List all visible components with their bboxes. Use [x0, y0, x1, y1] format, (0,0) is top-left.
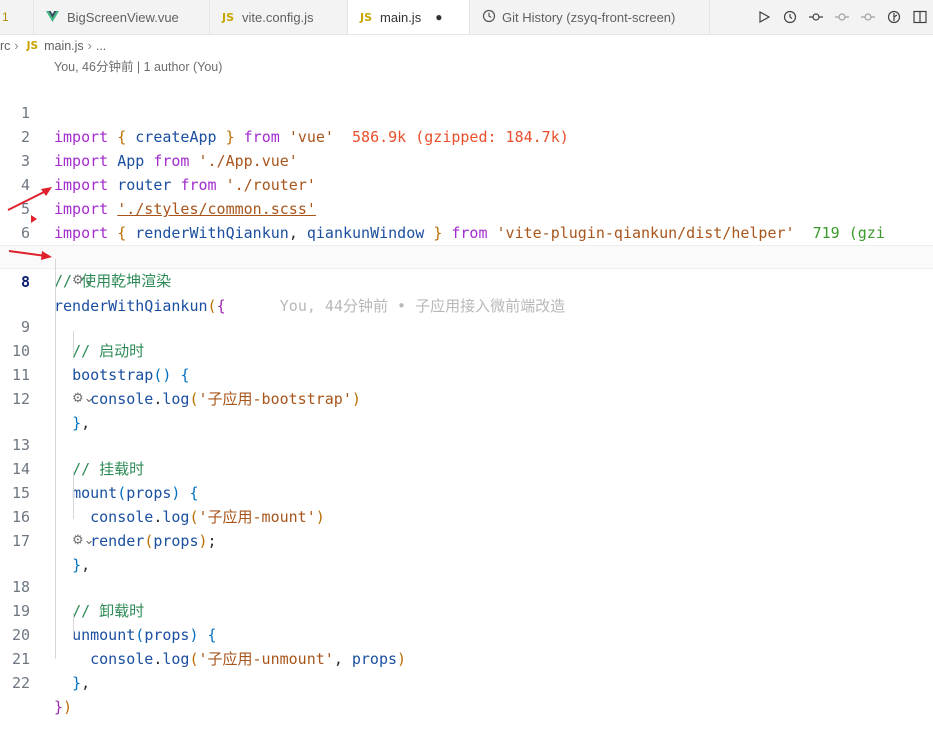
code-line-5: 5 import { renderWithQiankun, qiankunWin… [0, 173, 933, 242]
code-line-9: 9 // 启动时 [0, 291, 933, 360]
breadcrumb-more[interactable]: ... [96, 39, 106, 53]
editor-toolbar [745, 0, 933, 34]
modified-dot-icon[interactable]: ● [435, 10, 442, 24]
next-change-icon[interactable] [855, 4, 881, 30]
js-icon: JS [222, 10, 235, 24]
chevron-right-icon: › [14, 39, 19, 53]
breadcrumb-file[interactable]: main.js [44, 39, 84, 53]
code-line-15: 15 console.log('子应用-mount') [0, 457, 933, 526]
git-blame-header[interactable]: You, 46分钟前 | 1 author (You) [0, 57, 933, 77]
tab-main-js[interactable]: JS main.js ● [348, 0, 470, 34]
indent-guide [55, 259, 56, 659]
tab-label: Git History (zsyq-front-screen) [502, 9, 676, 25]
line-number: 22 [11, 674, 30, 692]
tab-label: main.js [380, 9, 422, 25]
code-line-20: 20 console.log('子应用-unmount', props) [0, 599, 933, 668]
code-line-6: 6 [0, 197, 933, 242]
code-line-21: 21 }, [0, 623, 933, 692]
previous-change-icon[interactable] [829, 4, 855, 30]
code-line-12: 12 }, [0, 363, 933, 432]
code-line-4: 4 import './styles/common.scss' [0, 149, 933, 218]
indent-guide [73, 331, 74, 355]
code-line-2: 2 import App from './App.vue' [0, 101, 933, 170]
code-line-11: 11 console.log('子应用-bootstrap') [0, 339, 933, 408]
breadcrumb: rc › JS main.js › ... [0, 35, 106, 57]
line-number: 17 [11, 532, 30, 550]
timeline-icon[interactable] [777, 4, 803, 30]
code-line-10: 10 bootstrap() { [0, 315, 933, 384]
run-icon[interactable] [751, 4, 777, 30]
code-line-16: 16 render(props); [0, 481, 933, 550]
vue-icon [46, 10, 59, 25]
code-line-17: 17 }, [0, 505, 933, 574]
code-line-3: 3 import router from './router' [0, 125, 933, 194]
code-line-18: 18 // 卸载时 [0, 551, 933, 620]
indent-guide [73, 613, 74, 637]
tab-vite-config[interactable]: JS vite.config.js [210, 0, 348, 34]
code-line-22: 22 }) [0, 647, 933, 716]
code-line-14: 14 mount(props) { [0, 433, 933, 502]
code-line-13: 13 // 挂载时 [0, 409, 933, 478]
tab-overflow-number[interactable]: 1 [0, 0, 34, 34]
code-line-19: 19 unmount(props) { [0, 575, 933, 644]
indent-guide [73, 471, 74, 519]
tab-label: BigScreenView.vue [67, 9, 179, 25]
chevron-right-icon: › [87, 39, 92, 53]
tab-git-history[interactable]: Git History (zsyq-front-screen) [470, 0, 710, 34]
code-line-8: 8 renderWithQiankun({ You, 44分钟前 • 子应用接入… [0, 245, 933, 315]
compare-changes-icon[interactable] [803, 4, 829, 30]
annotation-arrow-icon [7, 187, 52, 211]
code-line-1: 1 import { createApp } from 'vue' 586.9k… [0, 77, 933, 146]
js-icon: JS [360, 10, 373, 24]
js-icon: JS [26, 40, 39, 52]
annotation-arrow-icon [8, 250, 52, 260]
tab-bigscreenview[interactable]: BigScreenView.vue [34, 0, 210, 34]
git-lens-icon[interactable] [881, 4, 907, 30]
tab-number-label: 1 [2, 10, 9, 24]
split-editor-icon[interactable] [907, 4, 933, 30]
code-line-7: 7 // 使用乾坤渲染 [0, 221, 933, 290]
tab-label: vite.config.js [242, 9, 314, 25]
line-number: 12 [11, 390, 30, 408]
git-history-icon [482, 9, 496, 26]
code-editor[interactable]: You, 46分钟前 | 1 author (You) 1 import { c… [0, 57, 933, 716]
breadcrumb-folder[interactable]: rc [0, 39, 10, 53]
gutter-marker-icon [31, 215, 37, 223]
